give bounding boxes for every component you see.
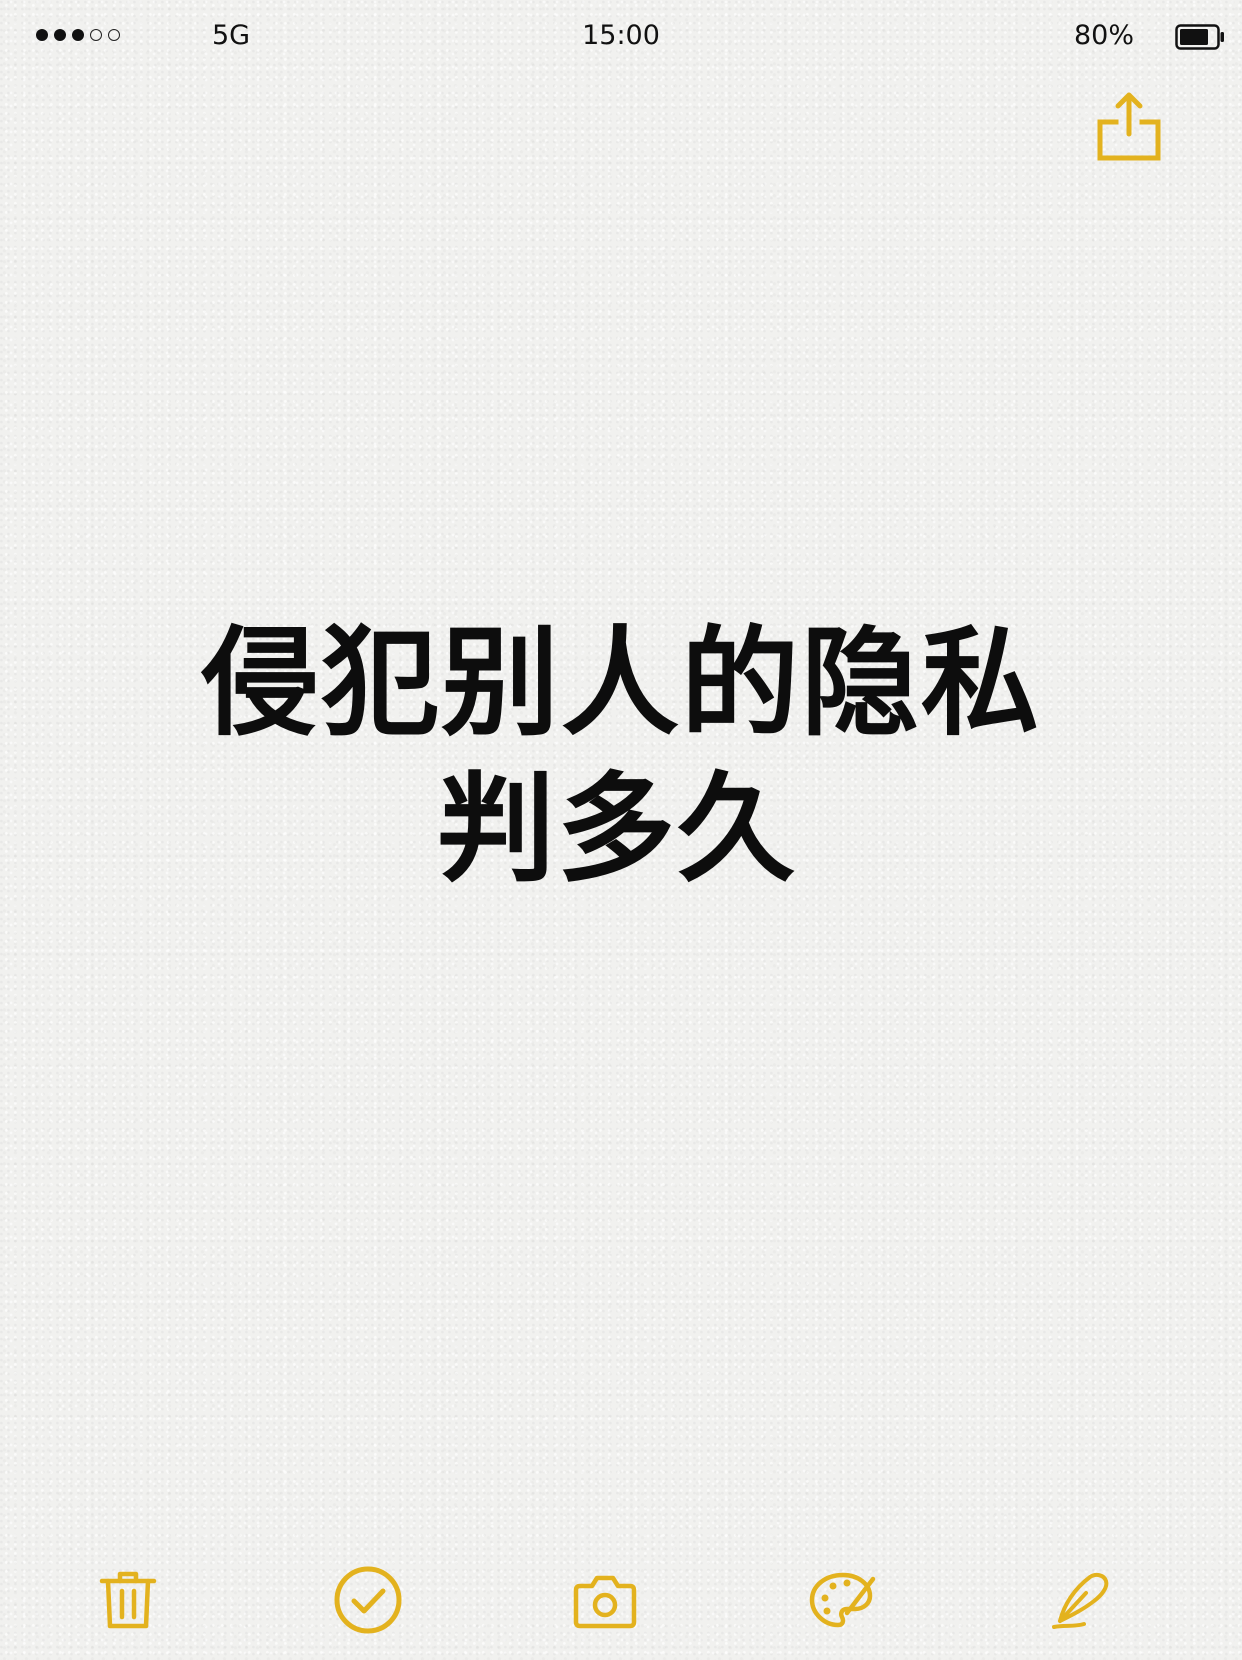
battery-percentage: 80% [1073,20,1134,51]
note-title-line-1: 侵犯别人的隐私 [200,614,1041,752]
checkmark-circle-icon [334,1566,402,1634]
camera-button[interactable] [565,1560,645,1640]
pen-icon [1052,1572,1109,1629]
share-icon [1097,92,1161,161]
palette-icon [809,1572,876,1628]
camera-icon [573,1575,637,1629]
clock: 15:00 [582,20,660,51]
bottom-toolbar [0,1560,1242,1640]
markup-button[interactable] [803,1560,883,1640]
delete-button[interactable] [88,1560,168,1640]
status-bar: 5G 15:00 80% [0,0,1242,76]
trash-icon [99,1571,157,1629]
note-title-line-2: 判多久 [437,760,798,898]
share-button[interactable] [1094,90,1164,164]
new-note-button[interactable] [1042,1560,1122,1640]
note-title: 侵犯别人的隐私 判多久 [0,610,1242,902]
checklist-button[interactable] [328,1560,408,1640]
battery-icon [1175,24,1224,50]
